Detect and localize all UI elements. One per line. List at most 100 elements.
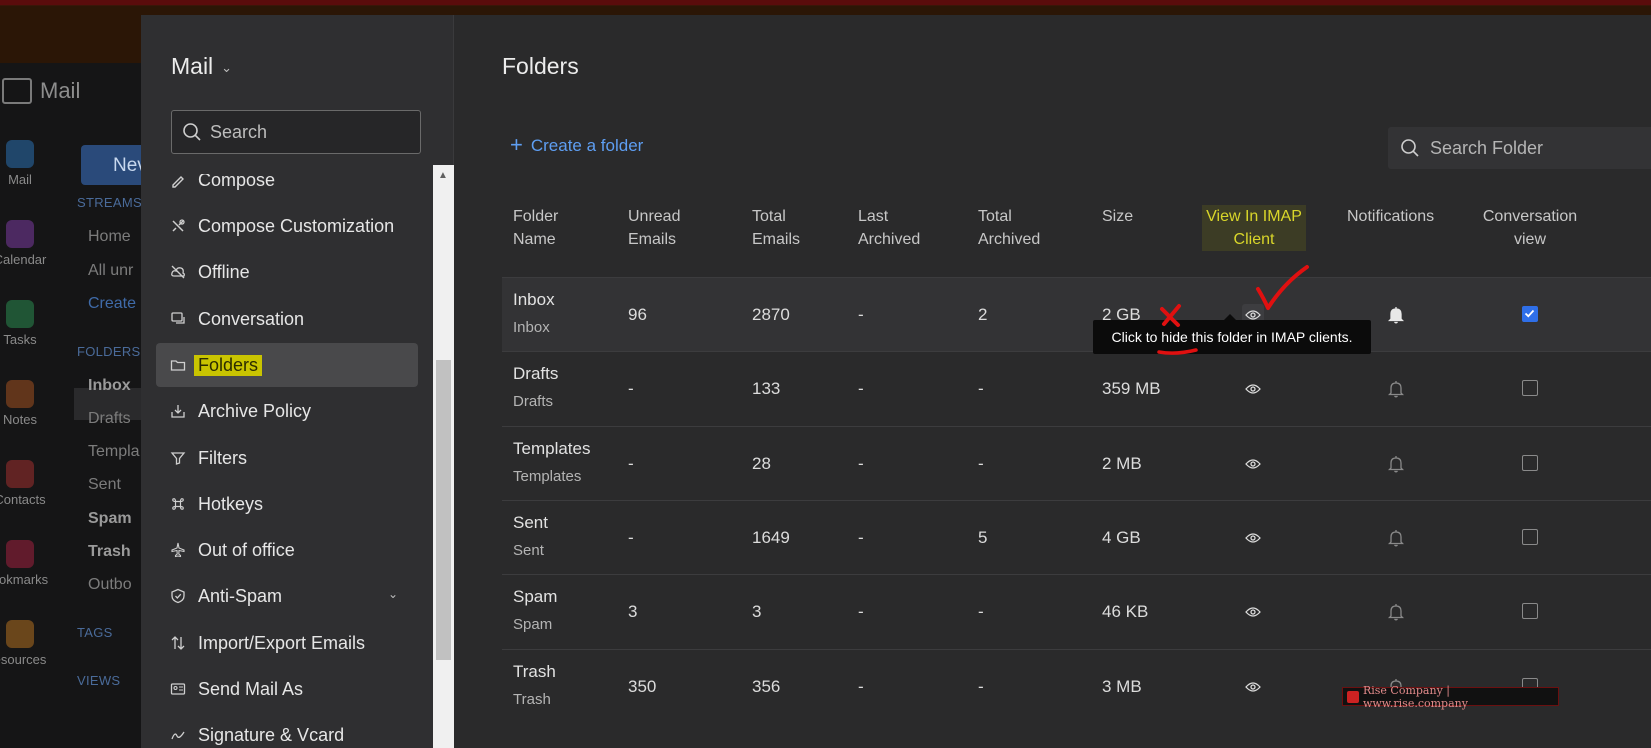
id-card-icon xyxy=(170,681,186,697)
sidebar-search[interactable] xyxy=(171,110,421,154)
background-logo: Mail xyxy=(2,78,80,104)
column-conversation-view[interactable]: Conversation view xyxy=(1482,205,1578,251)
column-last-archived[interactable]: Last Archived xyxy=(858,205,920,251)
rail-app-label: Tasks xyxy=(3,332,37,347)
scrollbar-thumb[interactable] xyxy=(436,360,451,660)
folder-search[interactable] xyxy=(1388,127,1651,169)
total-count: 28 xyxy=(752,453,771,473)
page-title: Folders xyxy=(502,53,579,79)
cloud-off-icon xyxy=(170,264,186,280)
column-label: Emails xyxy=(628,231,677,248)
column-label: Conversation xyxy=(1482,208,1578,225)
sidebar-item-label: Import/Export Emails xyxy=(198,632,366,653)
background-rail-item: Contacts xyxy=(0,460,50,507)
sidebar-item-compose-customization[interactable]: Compose Customization xyxy=(156,204,418,248)
bell-icon[interactable] xyxy=(1385,378,1407,400)
create-folder-label: Create a folder xyxy=(530,136,644,155)
table-row[interactable]: Spam Spam 3 3 - - 46 KB xyxy=(502,574,1651,648)
background-nav-sent: Sent xyxy=(88,476,121,493)
background-nav-inbox: Inbox xyxy=(88,377,131,394)
last-archived: - xyxy=(858,305,864,324)
folder-search-input[interactable] xyxy=(1430,137,1650,159)
folder-subtitle: Inbox xyxy=(513,319,550,336)
column-label: Notifications xyxy=(1347,208,1435,225)
conversation-view-checkbox[interactable] xyxy=(1522,528,1538,545)
sidebar-item-hotkeys[interactable]: Hotkeys xyxy=(156,482,418,526)
background-rail-item: Notes xyxy=(0,380,50,427)
folder-subtitle: Templates xyxy=(513,467,582,485)
bell-icon[interactable] xyxy=(1385,453,1407,475)
sidebar-item-label: Archive Policy xyxy=(198,400,312,421)
sidebar-scrollbar[interactable]: ▲ xyxy=(433,165,454,748)
background-folders-head: FOLDERS xyxy=(77,344,141,359)
column-total-emails[interactable]: Total Emails xyxy=(752,205,800,251)
bell-icon[interactable] xyxy=(1385,601,1407,623)
envelope-icon xyxy=(2,78,32,104)
search-icon xyxy=(1401,139,1419,157)
app-switcher[interactable]: Mail ⌄ xyxy=(171,53,232,80)
eye-icon[interactable] xyxy=(1242,378,1264,400)
background-nav-spam: Spam xyxy=(88,510,132,527)
column-view-in-imap[interactable]: View In IMAP Client xyxy=(1202,205,1306,251)
folder-size: 46 KB xyxy=(1102,602,1149,622)
sidebar-item-offline[interactable]: Offline xyxy=(156,250,418,294)
sidebar-item-conversation[interactable]: Conversation xyxy=(156,297,418,341)
column-label: Unread xyxy=(628,208,681,225)
sidebar-search-input[interactable] xyxy=(210,121,400,143)
background-nav-create: Create xyxy=(88,295,137,312)
scroll-up-icon[interactable]: ▲ xyxy=(438,170,448,181)
conversation-view-checkbox[interactable] xyxy=(1522,306,1538,322)
sidebar-item-folders[interactable]: Folders xyxy=(156,343,418,387)
sidebar-item-import-export-emails[interactable]: Import/Export Emails xyxy=(156,621,418,665)
folder-size: 2 MB xyxy=(1102,453,1142,473)
conversation-view-checkbox[interactable] xyxy=(1522,454,1538,471)
background-rail-item: Mail xyxy=(0,140,50,187)
total-archived: 2 xyxy=(978,305,988,324)
rail-app-icon xyxy=(6,540,34,568)
sidebar-item-label: Compose xyxy=(198,174,276,190)
background-views-head: VIEWS xyxy=(77,673,121,688)
conversation-view-checkbox[interactable] xyxy=(1522,603,1538,620)
table-row[interactable]: Sent Sent - 1649 - 5 4 GB xyxy=(502,499,1651,574)
create-folder-button[interactable]: + Create a folder xyxy=(510,134,644,156)
company-logo-icon xyxy=(1347,690,1359,703)
settings-modal: Mail ⌄ Compose Compose Customization Offli… xyxy=(141,15,1651,748)
column-folder-name[interactable]: Folder Name xyxy=(513,205,558,251)
sidebar-item-anti-spam[interactable]: Anti-Spam ⌄ xyxy=(156,574,418,618)
column-label: Last xyxy=(858,208,889,225)
sidebar-item-archive-policy[interactable]: Archive Policy xyxy=(156,389,418,433)
sidebar-item-signature-vcard[interactable]: Signature & Vcard xyxy=(156,713,418,748)
conversation-view-checkbox[interactable] xyxy=(1522,380,1538,397)
sidebar-item-send-mail-as[interactable]: Send Mail As xyxy=(156,667,418,711)
column-label: Name xyxy=(513,231,556,248)
eye-icon[interactable] xyxy=(1242,676,1264,698)
total-count: 356 xyxy=(752,676,781,696)
sidebar-item-label: Hotkeys xyxy=(198,493,264,514)
eye-icon[interactable] xyxy=(1242,601,1264,623)
column-size[interactable]: Size xyxy=(1102,205,1133,228)
sidebar-item-filters[interactable]: Filters xyxy=(156,436,418,480)
eye-icon[interactable] xyxy=(1242,453,1264,475)
column-label: Archived xyxy=(858,231,921,248)
rail-app-label: ookmarks xyxy=(0,572,49,587)
column-notifications[interactable]: Notifications xyxy=(1347,205,1434,228)
bell-icon[interactable] xyxy=(1385,304,1407,326)
total-archived: - xyxy=(978,453,984,473)
folder-subtitle: Sent xyxy=(513,541,544,559)
sidebar-item-out-of-office[interactable]: Out of office xyxy=(156,528,418,572)
column-unread-emails[interactable]: Unread Emails xyxy=(628,205,680,251)
settings-nav-list: Compose Compose Customization Offline Conve… xyxy=(141,174,433,748)
table-row[interactable]: Drafts Drafts - 133 - - 359 MB xyxy=(502,351,1651,425)
bell-icon[interactable] xyxy=(1385,527,1407,549)
eye-icon[interactable] xyxy=(1242,527,1264,549)
imap-tooltip: Click to hide this folder in IMAP client… xyxy=(1093,314,1371,354)
table-row[interactable]: Templates Templates - 28 - - 2 MB xyxy=(502,425,1651,500)
sidebar-item-label: Signature & Vcard xyxy=(198,724,345,745)
table-row[interactable]: Inbox Inbox 96 2870-2 2 GB xyxy=(502,277,1651,351)
folders-panel: Folders + Create a folder Folder Name Unr… xyxy=(454,15,1651,748)
chevron-down-icon[interactable]: ⌄ xyxy=(388,587,398,601)
sidebar-item-label: Filters xyxy=(198,447,247,468)
sidebar-item-compose[interactable]: Compose xyxy=(156,174,418,202)
column-total-archived[interactable]: Total Archived xyxy=(978,205,1040,251)
sidebar-item-label: Conversation xyxy=(198,308,305,329)
